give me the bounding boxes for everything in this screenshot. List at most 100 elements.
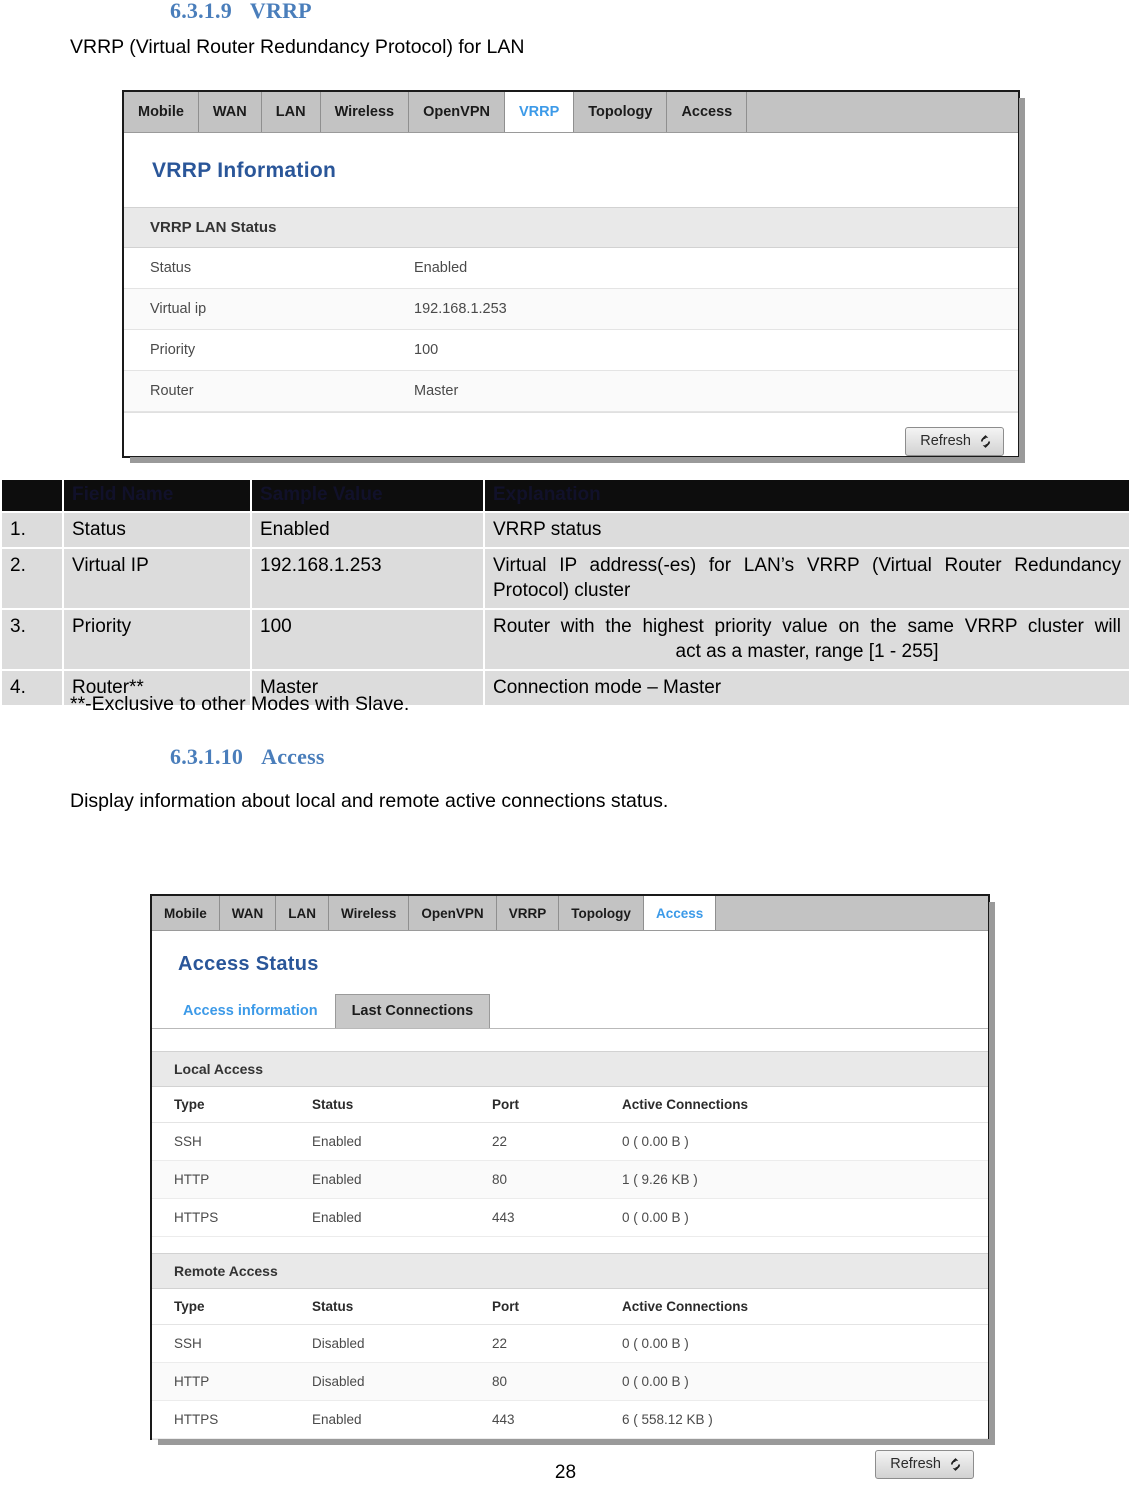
vrrp-panel-title: VRRP Information xyxy=(152,159,337,182)
row-index: 2. xyxy=(2,549,62,609)
cell-port: 80 xyxy=(492,1374,508,1389)
cell-port: 443 xyxy=(492,1210,515,1225)
table-row: SSH Enabled 22 0 ( 0.00 B ) xyxy=(152,1123,988,1161)
section-title-vrrp: VRRP xyxy=(249,0,312,23)
vrrp-label-router: Router xyxy=(150,383,194,399)
table-row: 2. Virtual IP 192.168.1.253 Virtual IP a… xyxy=(2,549,1129,609)
tab-access[interactable]: Access xyxy=(643,896,717,930)
vrrp-lan-status-section-header: VRRP LAN Status xyxy=(124,207,1018,248)
section-number-access: 6.3.1.10 xyxy=(170,744,244,769)
tab-mobile[interactable]: Mobile xyxy=(152,896,220,930)
cell-active-connections: 0 ( 0.00 B ) xyxy=(622,1210,689,1225)
table-row: HTTPS Enabled 443 6 ( 558.12 KB ) xyxy=(152,1401,988,1439)
tab-lan[interactable]: LAN xyxy=(276,896,329,930)
vrrp-value-priority: 100 xyxy=(414,342,439,358)
table-row: 3. Priority 100 Router with the highest … xyxy=(2,610,1129,670)
cell-status: Enabled xyxy=(312,1412,362,1427)
row-explanation-line2: Protocol) cluster xyxy=(493,580,631,602)
vrrp-status-screenshot-panel: Mobile WAN LAN Wireless OpenVPN VRRP Top… xyxy=(122,90,1025,463)
tab-lan[interactable]: LAN xyxy=(261,92,321,132)
vrrp-label-status: Status xyxy=(150,260,192,276)
row-explanation: Connection mode – Master xyxy=(485,671,1129,706)
cell-type: SSH xyxy=(174,1336,202,1351)
tab-vrrp[interactable]: VRRP xyxy=(504,92,575,132)
vrrp-refresh-button[interactable]: Refresh xyxy=(905,427,1004,456)
tab-openvpn[interactable]: OpenVPN xyxy=(409,92,505,132)
cell-port: 22 xyxy=(492,1336,508,1351)
tab-wireless[interactable]: Wireless xyxy=(329,896,410,930)
column-header-type: Type xyxy=(174,1097,205,1112)
column-header-port: Port xyxy=(492,1299,519,1314)
cell-status: Disabled xyxy=(312,1374,365,1389)
header-explanation: Explanation xyxy=(485,480,1129,511)
row-explanation-line1: Virtual IP address(-es) for LAN’s VRRP (… xyxy=(493,555,1121,577)
tab-openvpn[interactable]: OpenVPN xyxy=(409,896,497,930)
section-title-access: Access xyxy=(261,744,325,769)
cell-active-connections: 0 ( 0.00 B ) xyxy=(622,1134,689,1149)
tab-topology[interactable]: Topology xyxy=(559,896,644,930)
vrrp-label-priority: Priority xyxy=(150,342,196,358)
row-field-name: Priority xyxy=(64,610,250,670)
local-access-section-header: Local Access xyxy=(152,1051,988,1087)
subtab-spacer xyxy=(152,1029,988,1051)
cell-status: Disabled xyxy=(312,1336,365,1351)
access-panel-title: Access Status xyxy=(178,953,319,975)
local-access-column-headers: Type Status Port Active Connections xyxy=(152,1087,988,1123)
header-sample-value: Sample Value xyxy=(252,480,483,511)
table-row: HTTPS Enabled 443 0 ( 0.00 B ) xyxy=(152,1199,988,1237)
cell-port: 443 xyxy=(492,1412,515,1427)
tab-mobile[interactable]: Mobile xyxy=(124,92,199,132)
row-sample-value: 192.168.1.253 xyxy=(252,549,483,609)
section-heading-access: 6.3.1.10 Access xyxy=(170,744,325,770)
row-explanation-line1: Router with the highest priority value o… xyxy=(493,616,1121,638)
row-sample-value: 100 xyxy=(252,610,483,670)
cell-active-connections: 0 ( 0.00 B ) xyxy=(622,1374,689,1389)
row-explanation: VRRP status xyxy=(485,513,1129,548)
tab-wan[interactable]: WAN xyxy=(198,92,262,132)
cell-type: SSH xyxy=(174,1134,202,1149)
cell-port: 22 xyxy=(492,1134,508,1149)
vrrp-value-status: Enabled xyxy=(414,260,468,276)
tabbar-filler xyxy=(716,896,988,930)
subtab-last-connections[interactable]: Last Connections xyxy=(334,994,491,1028)
cell-type: HTTP xyxy=(174,1172,210,1187)
vrrp-label-virtual-ip: Virtual ip xyxy=(150,301,207,317)
cell-type: HTTP xyxy=(174,1374,210,1389)
vrrp-row-virtual-ip: Virtual ip 192.168.1.253 xyxy=(124,289,1018,330)
section-spacer xyxy=(152,1237,988,1253)
remote-access-column-headers: Type Status Port Active Connections xyxy=(152,1289,988,1325)
section-heading-vrrp: 6.3.1.9 VRRP xyxy=(170,0,312,24)
cell-status: Enabled xyxy=(312,1134,362,1149)
tab-topology[interactable]: Topology xyxy=(574,92,668,132)
table-header-row: Field Name Sample Value Explanation xyxy=(2,480,1129,511)
tabbar-filler xyxy=(747,92,1018,132)
vrrp-row-router: Router Master xyxy=(124,371,1018,412)
table-row: HTTP Disabled 80 0 ( 0.00 B ) xyxy=(152,1363,988,1401)
row-index: 4. xyxy=(2,671,62,706)
section-number-vrrp: 6.3.1.9 xyxy=(170,0,232,23)
column-header-type: Type xyxy=(174,1299,205,1314)
row-index: 1. xyxy=(2,513,62,548)
refresh-icon xyxy=(978,434,993,449)
row-explanation-line2: act as a master, range [1 - 255] xyxy=(675,641,939,663)
subtab-access-information[interactable]: Access information xyxy=(166,994,335,1028)
cell-active-connections: 1 ( 9.26 KB ) xyxy=(622,1172,698,1187)
column-header-status: Status xyxy=(312,1299,354,1314)
tab-access[interactable]: Access xyxy=(667,92,748,132)
page-number: 28 xyxy=(554,1462,577,1483)
tab-vrrp[interactable]: VRRP xyxy=(496,896,560,930)
row-explanation: Router with the highest priority value o… xyxy=(485,610,1129,670)
column-header-active-connections: Active Connections xyxy=(622,1299,749,1314)
header-field-name: Field Name xyxy=(64,480,250,511)
table-row: SSH Disabled 22 0 ( 0.00 B ) xyxy=(152,1325,988,1363)
tab-wireless[interactable]: Wireless xyxy=(320,92,410,132)
cell-type: HTTPS xyxy=(174,1412,219,1427)
cell-port: 80 xyxy=(492,1172,508,1187)
access-panel-tabbar: Mobile WAN LAN Wireless OpenVPN VRRP Top… xyxy=(152,896,988,931)
vrrp-panel-footer: Refresh xyxy=(124,412,1018,471)
vrrp-table-footnote: **-Exclusive to other Modes with Slave. xyxy=(70,693,410,715)
header-index xyxy=(2,480,62,511)
cell-active-connections: 0 ( 0.00 B ) xyxy=(622,1336,689,1351)
tab-wan[interactable]: WAN xyxy=(219,896,277,930)
vrrp-field-explanation-table: Field Name Sample Value Explanation 1. S… xyxy=(0,478,1131,707)
